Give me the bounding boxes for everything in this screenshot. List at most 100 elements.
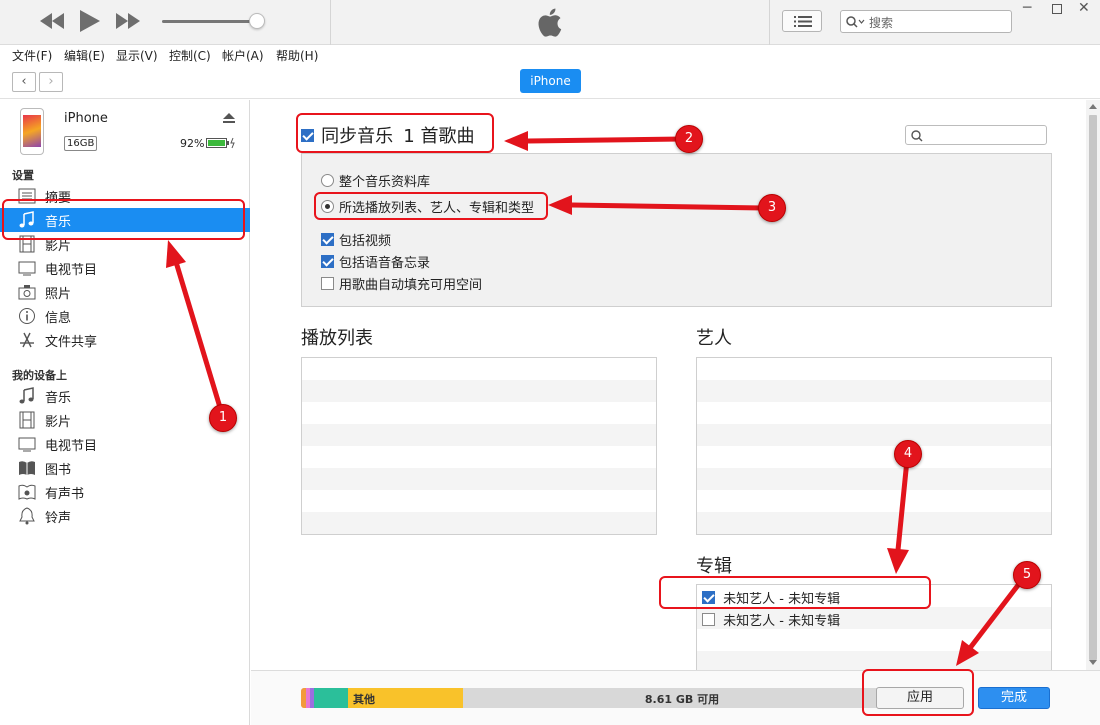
storage-segment	[314, 688, 348, 708]
sidebar-item-device-tv-shows[interactable]: 电视节目	[0, 432, 250, 456]
scroll-up-icon[interactable]	[1089, 103, 1097, 109]
main-scrollbar[interactable]	[1086, 100, 1100, 670]
menu-help[interactable]: 帮助(H)	[276, 47, 318, 64]
include-video-checkbox[interactable]	[321, 233, 334, 246]
minimize-icon[interactable]: ─	[1023, 0, 1031, 16]
storage-segment-other: 其他	[348, 688, 463, 708]
maximize-icon[interactable]	[1052, 4, 1062, 14]
annotation-badge-2: 2	[675, 125, 703, 153]
battery-percent: 92%	[180, 137, 205, 150]
artists-heading: 艺人	[696, 328, 732, 349]
storage-free-label: 8.61 GB 可用	[644, 693, 720, 706]
device-screen	[23, 115, 41, 147]
search-icon	[846, 16, 865, 28]
device-thumbnail	[20, 108, 44, 155]
album-label: 未知艺人 - 未知专辑	[723, 614, 841, 629]
sidebar-item-tv-shows[interactable]: 电视节目	[0, 256, 250, 280]
annotation-badge-4: 4	[894, 440, 922, 468]
sidebar-item-label: 文件共享	[45, 335, 98, 350]
sidebar-item-label: 有声书	[45, 487, 85, 502]
title-toolbar: 搜索 ─ ✕	[0, 0, 1100, 45]
sidebar-item-label: 图书	[45, 463, 72, 478]
play-icon[interactable]	[80, 10, 100, 32]
rewind-icon[interactable]	[40, 13, 64, 29]
scrollbar-thumb[interactable]	[1089, 115, 1097, 660]
radio-entire-library[interactable]	[321, 174, 334, 187]
artists-list[interactable]	[696, 357, 1052, 535]
option-autofill[interactable]: 用歌曲自动填充可用空间	[321, 274, 482, 293]
music-note-icon	[19, 387, 34, 404]
apple-logo-icon	[538, 8, 562, 37]
storage-capacity-bar: 其他 8.61 GB 可用	[301, 688, 901, 708]
search-icon	[911, 130, 923, 142]
option-label: 包括视频	[339, 234, 392, 249]
annotation-badge-3: 3	[758, 194, 786, 222]
on-device-section-title: 我的设备上	[12, 369, 67, 382]
scroll-down-icon[interactable]	[1089, 660, 1097, 666]
albums-heading: 专辑	[696, 556, 732, 577]
sidebar-item-label: 电视节目	[45, 263, 98, 278]
volume-slider[interactable]	[162, 20, 257, 23]
menu-file[interactable]: 文件(F)	[12, 47, 52, 64]
info-icon	[19, 308, 35, 324]
option-entire-library[interactable]: 整个音乐资料库	[321, 171, 430, 190]
sidebar-item-label: 影片	[45, 415, 72, 430]
up-next-list-button[interactable]	[782, 10, 822, 32]
done-button[interactable]: 完成	[978, 687, 1050, 709]
sidebar-item-device-books[interactable]: 图书	[0, 456, 250, 480]
volume-knob[interactable]	[249, 13, 265, 29]
option-label: 包括语音备忘录	[339, 256, 431, 271]
menu-edit[interactable]: 编辑(E)	[64, 47, 105, 64]
device-name: iPhone	[64, 111, 108, 126]
device-button[interactable]: iPhone	[520, 69, 581, 93]
search-input[interactable]: 搜索	[840, 10, 1012, 33]
divider	[330, 0, 331, 45]
playlists-heading: 播放列表	[301, 328, 373, 349]
menu-account[interactable]: 帐户(A)	[222, 47, 264, 64]
menu-bar: 文件(F) 编辑(E) 显示(V) 控制(C) 帐户(A) 帮助(H)	[0, 45, 1100, 65]
audiobook-icon	[18, 484, 36, 500]
sidebar-item-label: 铃声	[45, 511, 72, 526]
fast-forward-icon[interactable]	[116, 13, 140, 29]
sidebar-item-device-music[interactable]: 音乐	[0, 384, 250, 408]
settings-section-title: 设置	[12, 169, 34, 182]
tv-icon	[18, 261, 36, 276]
autofill-checkbox[interactable]	[321, 277, 334, 290]
film-icon	[19, 411, 35, 429]
eject-icon[interactable]	[223, 113, 235, 123]
sidebar-item-file-sharing[interactable]: 文件共享	[0, 328, 250, 352]
music-search-input[interactable]	[905, 125, 1047, 145]
playlists-list[interactable]	[301, 357, 657, 535]
sidebar-item-photos[interactable]: 照片	[0, 280, 250, 304]
storage-other-label: 其他	[353, 693, 375, 706]
highlight-selected-option	[314, 192, 548, 220]
annotation-badge-1: 1	[209, 404, 237, 432]
highlight-apply-button	[862, 669, 974, 716]
sidebar-item-device-tones[interactable]: 铃声	[0, 504, 250, 528]
option-include-memos[interactable]: 包括语音备忘录	[321, 252, 430, 271]
menu-view[interactable]: 显示(V)	[116, 47, 158, 64]
sync-options-box: 整个音乐资料库 所选播放列表、艺人、专辑和类型 包括视频 包括语音备忘录 用歌曲…	[301, 153, 1052, 307]
sidebar-item-device-audiobooks[interactable]: 有声书	[0, 480, 250, 504]
sidebar-item-label: 音乐	[45, 391, 72, 406]
back-button[interactable]: ‹	[12, 72, 36, 92]
tv-icon	[18, 437, 36, 452]
app-store-icon	[20, 332, 34, 348]
menu-controls[interactable]: 控制(C)	[169, 47, 211, 64]
navigation-row: ‹ › iPhone	[0, 65, 1100, 99]
sidebar-item-label: 电视节目	[45, 439, 98, 454]
list-icon	[794, 16, 812, 27]
album-checkbox[interactable]	[702, 613, 715, 626]
option-label: 整个音乐资料库	[339, 175, 431, 190]
album-row[interactable]: 未知艺人 - 未知专辑	[702, 610, 840, 629]
forward-button[interactable]: ›	[39, 72, 63, 92]
search-placeholder: 搜索	[869, 16, 894, 30]
highlight-sync-music	[296, 113, 494, 153]
close-icon[interactable]: ✕	[1078, 0, 1090, 16]
sidebar-item-info[interactable]: 信息	[0, 304, 250, 328]
option-include-video[interactable]: 包括视频	[321, 230, 391, 249]
book-icon	[19, 461, 35, 475]
highlight-album-row	[659, 576, 931, 609]
include-memos-checkbox[interactable]	[321, 255, 334, 268]
annotation-badge-5: 5	[1013, 561, 1041, 589]
